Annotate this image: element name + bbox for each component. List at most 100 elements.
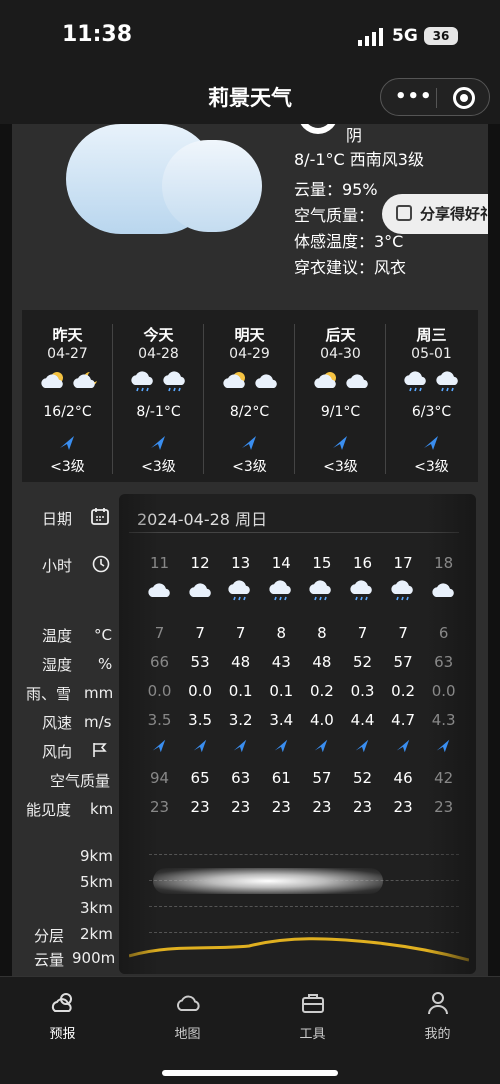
hourly-humidity-value: 57: [393, 653, 413, 671]
hourly-hour-value: 15: [312, 554, 332, 572]
tab-map-cloud[interactable]: 地图: [125, 989, 250, 1042]
forecast-day[interactable]: 后天 04-30 9/1°C <3级: [295, 310, 386, 482]
cloud-icon: [188, 583, 211, 597]
hourly-precip-value: 0.0: [147, 682, 172, 700]
hourly-humidity-value: 48: [312, 653, 332, 671]
hourly-aqi-value: 42: [434, 769, 454, 787]
hourly-hour-value: 14: [271, 554, 291, 572]
forecast-day-date: 04-29: [229, 346, 270, 362]
large-cloud-icon: [62, 124, 262, 244]
more-icon[interactable]: •••: [395, 86, 433, 107]
tab-weather[interactable]: 预报: [0, 989, 125, 1042]
forecast-weather-icons: [131, 371, 185, 392]
rain-cloud-icon: [436, 371, 458, 392]
layer-height-900m: 900m: [72, 949, 116, 967]
hourly-wind-value: 4.3: [431, 711, 456, 729]
hourly-scroll-panel[interactable]: 2024-04-28 周日 11 7 66 0.0 3.5 94 23 12 7 53 0.0 3.5…: [119, 494, 476, 974]
wind-direction-icon: [193, 739, 206, 753]
forecast-day[interactable]: 明天 04-29 8/2°C <3级: [204, 310, 295, 482]
hourly-temp-value: 7: [357, 624, 368, 642]
main-content[interactable]: 阴 8/-1°C 西南风3级 云量：95% 空气质量： 体感温度：3°C 穿衣建…: [12, 124, 488, 976]
hourly-precip-value: 0.3: [350, 682, 375, 700]
signal-icon: [358, 28, 383, 46]
wind-direction-icon: [60, 436, 74, 450]
wind-direction-icon: [315, 739, 328, 753]
forecast-day-temp: 8/2°C: [229, 404, 270, 420]
close-target-icon[interactable]: [453, 87, 475, 109]
hourly-column: 14 8 43 0.1 3.4 61 23: [261, 494, 302, 974]
hourly-humidity-value: 48: [231, 653, 251, 671]
forecast-day-temp: 16/2°C: [43, 404, 92, 420]
home-indicator: [162, 1070, 338, 1076]
hourly-aqi-value: 57: [312, 769, 332, 787]
hourly-precip-value: 0.2: [391, 682, 416, 700]
forecast-day-wind: <3级: [141, 459, 176, 475]
hourly-temp-value: 8: [276, 624, 287, 642]
hourly-vis-value: 23: [231, 798, 251, 816]
cloud-icon: [255, 374, 277, 388]
hourly-hour-value: 12: [190, 554, 210, 572]
forecast-day-temp: 8/-1°C: [136, 404, 181, 420]
tab-label: 预报: [49, 1027, 76, 1042]
hourly-temp-value: 7: [195, 624, 205, 642]
hourly-aqi-value: 52: [352, 769, 373, 787]
label-layer: 分层: [34, 927, 65, 945]
hourly-temp-value: 6: [438, 624, 449, 642]
hourly-column: 12 7 53 0.0 3.5 65 23: [180, 494, 221, 974]
hourly-aqi-value: 94: [149, 769, 170, 787]
forecast-day[interactable]: 今天 04-28 8/-1°C <3级: [113, 310, 204, 482]
current-air-quality: 空气质量：: [294, 206, 375, 225]
share-button[interactable]: 分享得好礼: [382, 194, 488, 234]
forecast-day-wind: <3级: [414, 459, 449, 475]
hourly-vis-value: 23: [271, 798, 291, 816]
hourly-humidity-value: 52: [352, 653, 373, 671]
rain-cloud-icon: [131, 371, 153, 392]
label-wind-dir: 风向: [42, 743, 73, 761]
hourly-wind-value: 4.7: [391, 711, 416, 729]
label-aqi: 空气质量: [50, 772, 111, 790]
wind-direction-icon: [242, 436, 256, 450]
tab-bar: 预报 地图 工具 我的: [0, 976, 500, 1084]
hourly-aqi-value: 65: [190, 769, 210, 787]
tab-user[interactable]: 我的: [375, 989, 500, 1042]
label-hour: 小时: [42, 557, 73, 575]
forecast-day-date: 04-30: [320, 346, 361, 362]
hourly-wind-value: 3.4: [269, 711, 294, 729]
hourly-hour-value: 11: [149, 554, 170, 572]
rain-cloud-icon: [390, 580, 413, 601]
hourly-vis-value: 23: [149, 798, 170, 816]
hourly-precip-value: 0.1: [269, 682, 294, 700]
share-label: 分享得好礼: [420, 205, 488, 223]
hourly-vis-value: 23: [393, 798, 413, 816]
layer-height-9km: 9km: [80, 847, 113, 865]
clock-icon: [92, 555, 110, 573]
hourly-wind-value: 4.0: [309, 711, 334, 729]
hourly-humidity-value: 66: [149, 653, 170, 671]
hourly-wind-value: 3.5: [188, 711, 213, 729]
wind-direction-icon: [436, 739, 450, 753]
partial-weather-icon: [298, 124, 338, 134]
sun-cloud-icon: [314, 372, 336, 388]
forecast-day-temp: 6/3°C: [411, 404, 452, 420]
map-cloud-icon: [176, 995, 200, 1011]
hourly-temp-value: 7: [235, 624, 246, 642]
forecast-day[interactable]: 昨天 04-27 16/2°C <3级: [22, 310, 113, 482]
hourly-wind-value: 3.5: [147, 711, 172, 729]
forecast-day-wind: <3级: [232, 459, 267, 475]
calendar-icon[interactable]: [90, 506, 110, 526]
hourly-hour-value: 17: [393, 554, 413, 572]
forecast-day-date: 04-27: [47, 346, 88, 362]
nav-bar: 莉景天气 •••: [0, 70, 500, 124]
tab-toolbox[interactable]: 工具: [250, 989, 375, 1042]
layer-height-2km: 2km: [80, 925, 113, 943]
rain-cloud-icon: [350, 580, 372, 601]
unit-temp: °C: [94, 626, 112, 644]
label-temp: 温度: [42, 627, 73, 645]
network-label: 5G: [392, 26, 418, 46]
sun-cloud-icon: [41, 372, 63, 388]
hourly-vis-value: 23: [190, 798, 210, 816]
layer-height-3km: 3km: [80, 899, 113, 917]
forecast-day[interactable]: 周三 05-01 6/3°C <3级: [386, 310, 477, 482]
forecast-day-name: 明天: [234, 326, 265, 344]
forecast-weather-icons: [223, 372, 277, 388]
